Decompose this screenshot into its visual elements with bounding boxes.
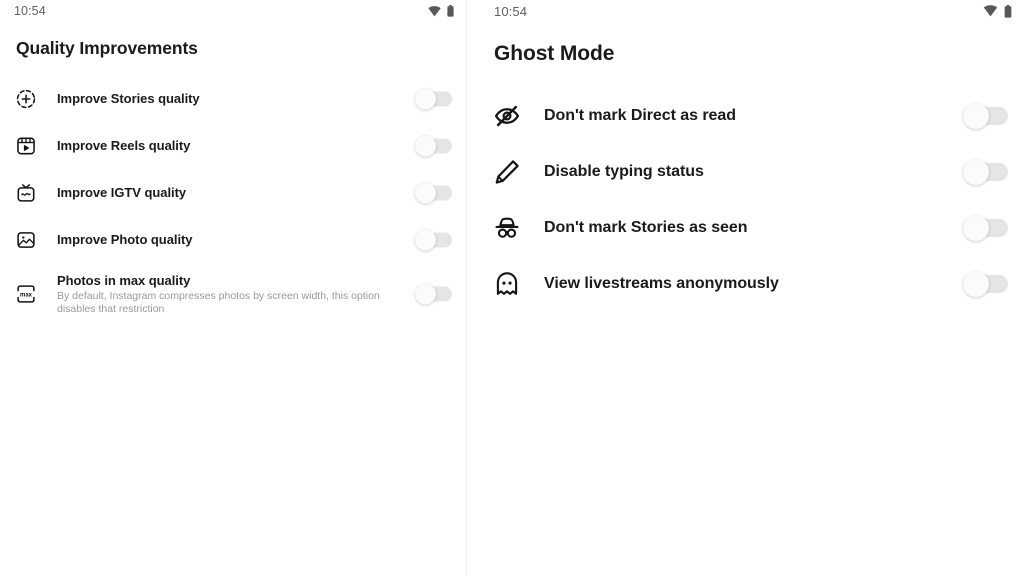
- status-bar-clock: 10:54: [494, 3, 528, 19]
- toggle-thumb: [963, 159, 989, 185]
- toggle-switch[interactable]: [415, 181, 452, 205]
- toggle-thumb: [415, 182, 436, 203]
- toggle-switch[interactable]: [963, 269, 1008, 299]
- toggle-thumb: [415, 135, 436, 156]
- status-bar-clock: 10:54: [14, 4, 46, 18]
- list-item-label: Improve IGTV quality: [57, 185, 187, 200]
- page-title-left: Quality Improvements: [16, 38, 198, 58]
- list-item[interactable]: Disable typing status: [467, 144, 1024, 200]
- toggle-thumb: [963, 271, 989, 297]
- toggle-switch[interactable]: [415, 228, 452, 252]
- toggle-thumb: [963, 103, 989, 129]
- list-item-subtitle: By default, Instagram compresses photos …: [57, 289, 380, 315]
- list-item[interactable]: Improve Reels quality: [0, 122, 466, 169]
- list-item-label: Don't mark Direct as read: [544, 107, 736, 124]
- list-item-text: Disable typing status: [544, 163, 963, 181]
- list-item[interactable]: Improve Photo quality: [0, 216, 466, 263]
- toggle-switch[interactable]: [415, 134, 452, 158]
- list-item[interactable]: Improve Stories quality: [0, 75, 466, 122]
- list-item-label: Improve Photo quality: [57, 232, 193, 247]
- list-item-text: Don't mark Stories as seen: [544, 219, 963, 237]
- left-panel-quality-improvements: 10:54 Quality Improvements Improve Stori…: [0, 0, 466, 576]
- photo-icon: [14, 228, 38, 252]
- reels-icon: [14, 134, 38, 158]
- toggle-switch[interactable]: [963, 101, 1008, 131]
- ghost-icon: [492, 269, 522, 299]
- list-item[interactable]: View livestreams anonymously: [467, 256, 1024, 312]
- toggle-switch[interactable]: [963, 213, 1008, 243]
- list-item-text: Don't mark Direct as read: [544, 107, 963, 125]
- list-item[interactable]: max Photos in max quality By default, In…: [0, 263, 466, 325]
- igtv-icon: [14, 181, 38, 205]
- right-panel-ghost-mode: 10:54 Ghost Mode Don't mark Direct as re…: [466, 0, 1024, 576]
- status-bar-left: 10:54: [0, 0, 466, 22]
- toggle-thumb: [415, 229, 436, 250]
- settings-list-left: Improve Stories quality Improve Reels qu…: [0, 75, 466, 325]
- svg-text:max: max: [20, 292, 33, 298]
- list-item[interactable]: Improve IGTV quality: [0, 169, 466, 216]
- toggle-switch[interactable]: [963, 157, 1008, 187]
- list-item-label: Improve Stories quality: [57, 91, 200, 106]
- list-item-text: View livestreams anonymously: [544, 275, 963, 293]
- incognito-icon: [492, 213, 522, 243]
- pencil-icon: [492, 157, 522, 187]
- toggle-switch[interactable]: [415, 87, 452, 111]
- list-item-label: Don't mark Stories as seen: [544, 219, 748, 236]
- list-item[interactable]: Don't mark Stories as seen: [467, 200, 1024, 256]
- toggle-thumb: [415, 88, 436, 109]
- list-item-text: Photos in max quality By default, Instag…: [57, 273, 415, 316]
- list-item-text: Improve Reels quality: [57, 138, 415, 153]
- toggle-switch[interactable]: [415, 282, 452, 306]
- wifi-icon: [983, 5, 998, 17]
- add-to-story-icon: [14, 87, 38, 111]
- toggle-thumb: [415, 283, 436, 305]
- list-item-label: View livestreams anonymously: [544, 275, 779, 292]
- max-quality-icon: max: [14, 282, 38, 306]
- list-item-text: Improve Photo quality: [57, 232, 415, 247]
- status-bar-system-icons: [428, 5, 454, 17]
- battery-icon: [1004, 4, 1012, 18]
- list-item[interactable]: Don't mark Direct as read: [467, 88, 1024, 144]
- dual-phone-screenshot: 10:54 Quality Improvements Improve Stori…: [0, 0, 1024, 576]
- toggle-thumb: [963, 215, 989, 241]
- battery-icon: [447, 5, 454, 17]
- list-item-label: Disable typing status: [544, 163, 704, 180]
- list-item-label: Improve Reels quality: [57, 138, 191, 153]
- eye-off-icon: [492, 101, 522, 131]
- page-title-right: Ghost Mode: [494, 42, 615, 65]
- status-bar-system-icons: [983, 4, 1012, 18]
- list-item-label: Photos in max quality: [57, 272, 191, 288]
- list-item-text: Improve Stories quality: [57, 91, 415, 106]
- wifi-icon: [428, 5, 441, 17]
- settings-list-right: Don't mark Direct as read Disable typing…: [467, 88, 1024, 312]
- status-bar-right: 10:54: [467, 0, 1024, 22]
- list-item-text: Improve IGTV quality: [57, 185, 415, 200]
